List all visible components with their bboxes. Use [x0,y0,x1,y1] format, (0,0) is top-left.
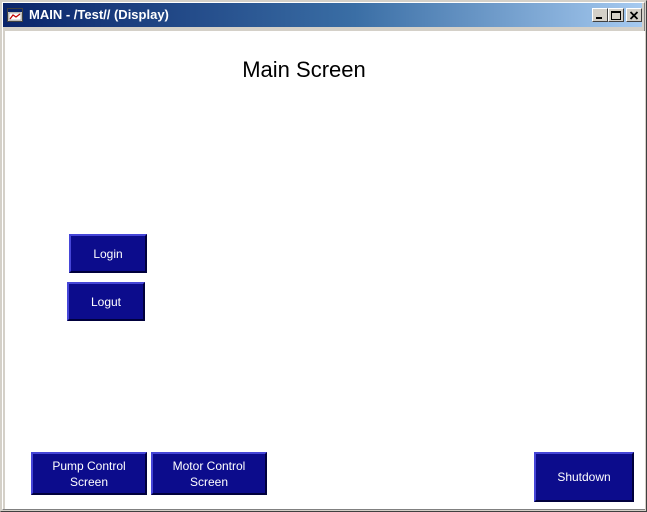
maximize-button[interactable] [608,8,624,22]
logout-button[interactable]: Logut [67,282,145,321]
close-button[interactable] [626,8,642,22]
minimize-button[interactable] [592,8,608,22]
close-icon [629,11,639,20]
shutdown-button[interactable]: Shutdown [534,452,634,502]
minimize-icon [596,17,602,19]
title-bar[interactable]: MAIN - /Test// (Display) [3,3,642,27]
login-button[interactable]: Login [69,234,147,273]
window-title: MAIN - /Test// (Display) [29,7,169,22]
app-window-icon[interactable] [7,7,23,23]
display-canvas: Main Screen Login Logut Pump Control Scr… [5,31,645,509]
pump-control-screen-button[interactable]: Pump Control Screen [31,452,147,495]
motor-control-screen-button[interactable]: Motor Control Screen [151,452,267,495]
app-window: MAIN - /Test// (Display) Main Screen Log… [0,0,647,512]
maximize-icon [611,11,621,20]
page-title: Main Screen [242,57,366,82]
